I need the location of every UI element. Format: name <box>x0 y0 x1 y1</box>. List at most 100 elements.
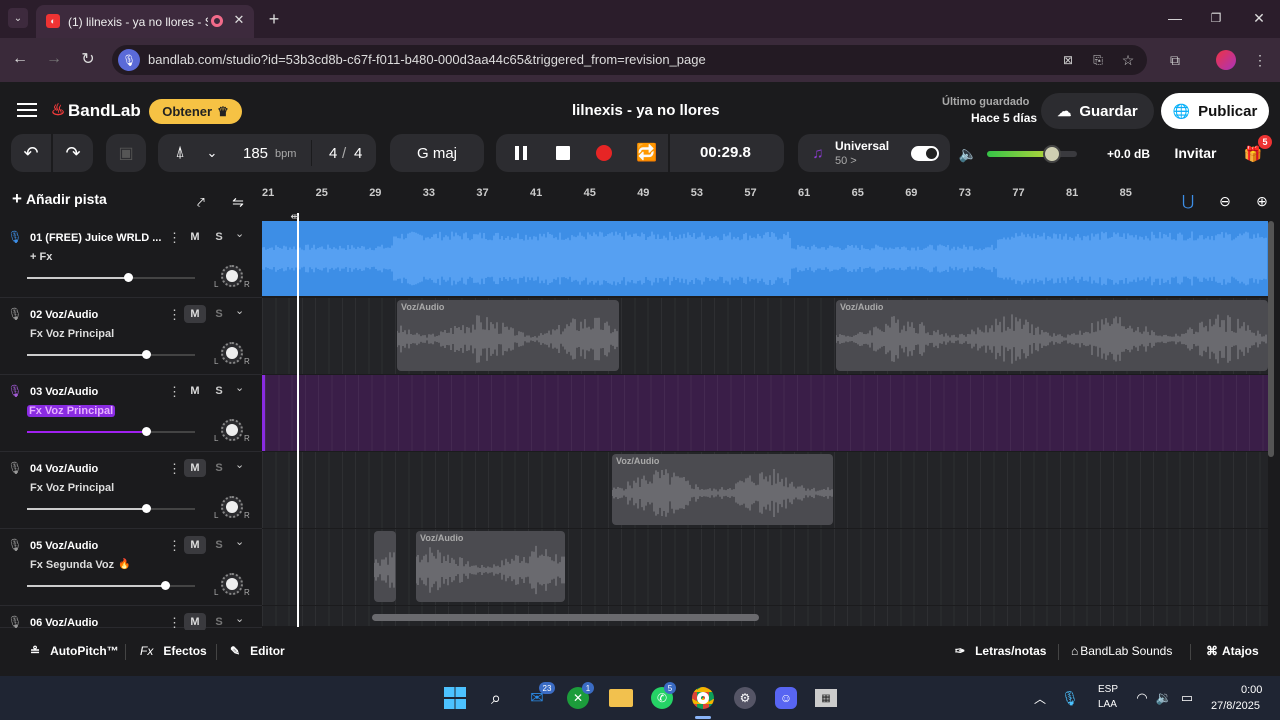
track-fx[interactable]: Fx Voz Principal <box>27 405 116 417</box>
pause-icon[interactable] <box>515 146 527 160</box>
minimize-icon[interactable]: — <box>1165 8 1185 28</box>
solo-button[interactable]: S <box>209 536 229 554</box>
track-fx[interactable]: Fx Voz Principal <box>30 482 114 494</box>
record-icon[interactable] <box>596 145 612 161</box>
pan-knob[interactable] <box>221 573 243 595</box>
lyrics-button[interactable]: ✑ Letras/notas <box>955 644 1046 658</box>
master-volume-slider[interactable] <box>987 145 1077 163</box>
language-code[interactable]: ESP <box>1098 684 1118 695</box>
chevron-down-icon[interactable]: ⌄ <box>204 143 220 163</box>
address-bar[interactable]: 🎙 bandlab.com/studio?id=53b3cd8b-c67f-f0… <box>112 45 1147 75</box>
redo-button[interactable]: ↷ <box>53 134 93 172</box>
new-tab-icon[interactable]: + <box>264 9 284 29</box>
audio-clip[interactable]: Voz/Audio <box>836 300 1268 371</box>
track-name[interactable]: 03 Voz/Audio <box>30 386 98 398</box>
chevron-down-icon[interactable]: ⌄ <box>235 458 244 471</box>
universal-toggle[interactable] <box>911 146 939 161</box>
invite-button[interactable]: Invitar <box>1163 137 1228 169</box>
site-info-icon[interactable]: 🎙 <box>118 49 140 71</box>
track-fx[interactable]: + Fx <box>30 251 52 263</box>
chevron-down-icon[interactable]: ⌄ <box>235 535 244 548</box>
track-name[interactable]: 04 Voz/Audio <box>30 463 98 475</box>
audio-clip[interactable]: Voz/Audio <box>416 531 565 602</box>
track-menu-icon[interactable]: ⋮ <box>168 538 181 554</box>
reload-icon[interactable]: ↻ <box>78 49 98 69</box>
mute-button[interactable]: M <box>184 536 206 554</box>
pan-knob[interactable] <box>221 419 243 441</box>
get-membership-button[interactable]: Obtener ♛ <box>149 99 242 124</box>
metronome-icon[interactable]: ⍋ <box>170 143 190 163</box>
chevron-down-icon[interactable]: ⌄ <box>235 304 244 317</box>
volume-icon[interactable]: 🔉 <box>1155 688 1173 708</box>
cast-icon[interactable]: ⊠ <box>1058 50 1078 70</box>
track-header[interactable]: 🎙 03 Voz/Audio ⋮ M S ⌄ Fx Voz Principal L… <box>0 375 262 452</box>
hamburger-menu-icon[interactable] <box>17 103 37 117</box>
track-menu-icon[interactable]: ⋮ <box>168 384 181 400</box>
track-menu-icon[interactable]: ⋮ <box>168 615 181 631</box>
stop-icon[interactable] <box>556 146 570 160</box>
track-volume-slider[interactable] <box>27 504 195 513</box>
effects-button[interactable]: Fx Efectos <box>140 644 207 658</box>
track-volume-slider[interactable] <box>27 427 195 436</box>
back-icon[interactable]: ← <box>10 49 30 69</box>
shortcuts-button[interactable]: ⌘ Atajos <box>1206 644 1259 658</box>
chrome-icon[interactable] <box>692 687 714 709</box>
chevron-down-icon[interactable]: ⌄ <box>235 381 244 394</box>
file-explorer-icon[interactable] <box>609 689 633 707</box>
solo-button[interactable]: S <box>209 613 229 631</box>
horizontal-scrollbar[interactable] <box>372 614 759 621</box>
track-volume-slider[interactable] <box>27 581 195 590</box>
install-icon[interactable]: ⎘ <box>1088 50 1108 70</box>
track-fx[interactable]: Fx Segunda Voz <box>30 559 114 571</box>
solo-button[interactable]: S <box>209 228 229 246</box>
disabled-tool-button[interactable]: ▣ <box>106 134 146 172</box>
universal-value[interactable]: 50 > <box>835 155 857 167</box>
track-name[interactable]: 06 Voz/Audio <box>30 617 98 629</box>
chevron-down-icon[interactable]: ⌄ <box>235 612 244 625</box>
lane-01[interactable] <box>262 221 1268 296</box>
lane-04[interactable]: Voz/Audio <box>262 452 1268 528</box>
track-name[interactable]: 05 Voz/Audio <box>30 540 98 552</box>
windows-start-icon[interactable] <box>444 687 466 709</box>
audio-clip[interactable] <box>374 531 396 602</box>
bookmark-star-icon[interactable]: ☆ <box>1118 50 1138 70</box>
track-header[interactable]: 🎙 06 Voz/Audio ⋮ M S ⌄ <box>0 606 262 631</box>
universal-label[interactable]: Universal <box>835 139 889 153</box>
pan-knob[interactable] <box>221 496 243 518</box>
mute-button[interactable]: M <box>184 382 206 400</box>
close-tab-icon[interactable]: ✕ <box>231 12 247 28</box>
track-header[interactable]: 🎙 01 (FREE) Juice WRLD ... ⋮ M S ⌄ + Fx L… <box>0 221 262 298</box>
add-track-button[interactable]: + Añadir pista <box>12 189 122 215</box>
autopitch-button[interactable]: ≗ AutoPitch™ <box>30 644 119 658</box>
restore-icon[interactable]: ❐ <box>1206 8 1226 28</box>
loop-icon[interactable]: 🔁 <box>636 143 658 163</box>
battery-icon[interactable]: ▭ <box>1178 688 1196 708</box>
app-window-icon[interactable]: ▦ <box>815 689 837 707</box>
track-header[interactable]: 🎙 02 Voz/Audio ⋮ M S ⌄ Fx Voz Principal L… <box>0 298 262 375</box>
zoom-in-icon[interactable]: ⊕ <box>1252 191 1272 211</box>
time-signature-numerator[interactable]: 4 <box>329 145 337 162</box>
master-volume-handle[interactable] <box>1042 145 1061 163</box>
forward-icon[interactable]: → <box>44 49 64 69</box>
project-title[interactable]: lilnexis - ya no llores <box>572 102 720 119</box>
undo-button[interactable]: ↶ <box>11 134 51 172</box>
mute-button[interactable]: M <box>184 613 206 631</box>
chevron-down-icon[interactable]: ⌄ <box>235 227 244 240</box>
search-icon[interactable]: ⌕ <box>485 687 507 709</box>
audio-clip[interactable]: Voz/Audio <box>397 300 619 371</box>
browser-tab[interactable]: ◐ (1) lilnexis - ya no llores - St ✕ <box>36 5 254 38</box>
bpm-value[interactable]: 185 <box>243 145 268 162</box>
close-window-icon[interactable]: ✕ <box>1249 8 1269 28</box>
mute-button[interactable]: M <box>184 305 206 323</box>
discord-icon[interactable]: ☺ <box>775 687 797 709</box>
browser-menu-icon[interactable]: ⋮ <box>1252 50 1268 70</box>
time-signature-denominator[interactable]: 4 <box>354 145 362 162</box>
track-fx[interactable]: Fx Voz Principal <box>30 328 114 340</box>
save-button[interactable]: ☁ Guardar <box>1041 93 1154 129</box>
snap-magnet-icon[interactable]: ⋃ <box>1178 191 1198 211</box>
pan-knob[interactable] <box>221 342 243 364</box>
pan-knob[interactable] <box>221 265 243 287</box>
mute-button[interactable]: M <box>184 459 206 477</box>
editor-button[interactable]: ✎ Editor <box>230 644 285 658</box>
zoom-out-icon[interactable]: ⊖ <box>1215 191 1235 211</box>
